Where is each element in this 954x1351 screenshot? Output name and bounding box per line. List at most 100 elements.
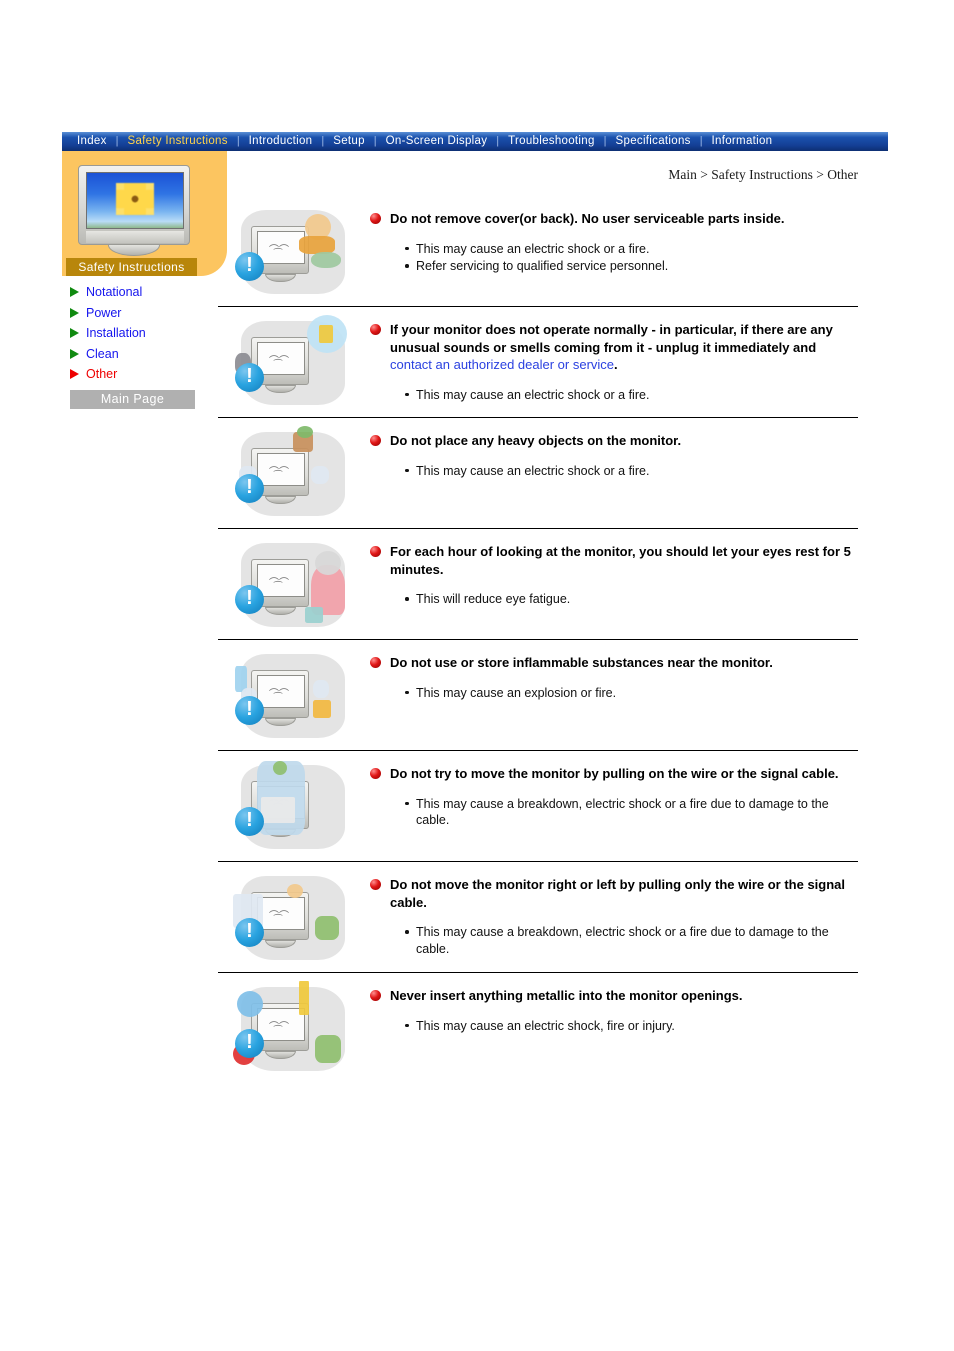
section-note-item: This may cause an electric shock or a fi…: [405, 241, 858, 258]
illustration-element-2: [261, 797, 295, 823]
section-note-item: This may cause an explosion or fire.: [405, 685, 858, 702]
sidebar-item-notational[interactable]: Notational: [70, 282, 230, 303]
top-navigation-bar: Index | Safety Instructions | Introduction | S…: [62, 132, 888, 151]
sidebar-link-list: Notational Power Installation Clean Other: [70, 282, 230, 385]
section-note-item: This may cause a breakdown, electric sho…: [405, 924, 858, 957]
illustration-monitor-screen: ⌒⌒⁀: [257, 231, 305, 264]
nav-item-specifications[interactable]: Specifications: [607, 132, 700, 151]
section-heading: Never insert anything metallic into the …: [390, 987, 743, 1005]
red-sphere-bullet-icon: [370, 879, 381, 890]
nav-item-troubleshooting[interactable]: Troubleshooting: [499, 132, 604, 151]
section-body: Do not try to move the monitor by pullin…: [366, 751, 858, 830]
section-note-item: This will reduce eye fatigue.: [405, 591, 858, 608]
sidebar-item-label: Other: [86, 367, 118, 382]
illustration-element-1: [313, 700, 331, 718]
nav-item-introduction[interactable]: Introduction: [240, 132, 322, 151]
warning-exclamation-icon: !: [235, 918, 264, 947]
section-illustration: ⌒⌒⁀!: [218, 751, 366, 855]
illustration-element-1: [315, 916, 339, 940]
section-heading-text: Do not move the monitor right or left by…: [390, 877, 846, 910]
section-heading-row: Do not remove cover(or back). No user se…: [370, 210, 858, 228]
section-note-list: This may cause a breakdown, electric sho…: [370, 924, 858, 957]
section-heading-row: Do not use or store inflammable substanc…: [370, 654, 858, 672]
section-note-list: This may cause an electric shock or a fi…: [370, 463, 858, 480]
sidebar-monitor-thumbnail: [78, 165, 190, 257]
eye-rest-break-illustration: ⌒⌒ ⁀!: [227, 533, 357, 633]
warning-exclamation-icon: !: [235, 474, 264, 503]
section-body: If your monitor does not operate normall…: [366, 307, 858, 404]
section-illustration: ⌒⌒⁀!: [218, 862, 366, 966]
nav-item-setup[interactable]: Setup: [324, 132, 374, 151]
red-sphere-bullet-icon: [370, 546, 381, 557]
sidebar-item-other[interactable]: Other: [70, 364, 230, 385]
safety-section: ⌒⌒ ⁀! Do not move the monitor right or lef…: [218, 862, 858, 972]
illustration-monitor-screen: ⌒⌒⁀: [257, 453, 305, 486]
section-body: For each hour of looking at the monitor,…: [366, 529, 858, 609]
inflammable-substances-warning-illustration: ⌒⌒ ⁀!: [227, 644, 357, 744]
section-note-item: This may cause an electric shock or a fi…: [405, 387, 858, 404]
section-body: Do not place any heavy objects on the mo…: [366, 418, 858, 480]
safety-section: ⌒⌒ ⁀! Do not place any heavy objects on th…: [218, 418, 858, 528]
illustration-element-2: [311, 252, 341, 268]
no-metallic-objects-in-openings-illustration: ⌒⌒ ⁀!: [227, 977, 357, 1077]
section-illustration: ⌒⌒⁀!: [218, 973, 366, 1077]
section-heading-row: For each hour of looking at the monitor,…: [370, 543, 858, 578]
cartoon-mouth-icon: ⁀: [274, 582, 283, 593]
red-sphere-bullet-icon: [370, 213, 381, 224]
section-body: Do not remove cover(or back). No user se…: [366, 196, 858, 276]
illustration-element-1: [319, 325, 333, 343]
section-note-list: This may cause an electric shock, fire o…: [370, 1018, 858, 1035]
sidebar-item-installation[interactable]: Installation: [70, 323, 230, 344]
section-body: Do not use or store inflammable substanc…: [366, 640, 858, 702]
nav-item-information[interactable]: Information: [703, 132, 782, 151]
sidebar-item-clean[interactable]: Clean: [70, 344, 230, 365]
red-sphere-bullet-icon: [370, 435, 381, 446]
triangle-arrow-icon: [70, 369, 79, 380]
do-not-pull-wire-illustration: ⌒⌒⁀!: [227, 755, 357, 855]
section-heading-row: Do not try to move the monitor by pullin…: [370, 765, 858, 783]
illustration-element-3: [311, 466, 329, 484]
nav-item-index[interactable]: Index: [68, 132, 116, 151]
sidebar-item-power[interactable]: Power: [70, 303, 230, 324]
triangle-arrow-icon: [70, 287, 79, 298]
red-sphere-bullet-icon: [370, 990, 381, 1001]
section-note-item: Refer servicing to qualified service per…: [405, 258, 858, 275]
monitor-screen: [86, 172, 184, 229]
red-sphere-bullet-icon: [370, 657, 381, 668]
section-illustration: ⌒⌒⁀!: [218, 640, 366, 744]
safety-section: ⌒⌒ ⁀! Do not use or store inflammable subs…: [218, 640, 858, 750]
illustration-element-1: [315, 551, 341, 575]
section-heading-text: Do not try to move the monitor by pullin…: [390, 766, 839, 781]
contact-dealer-link[interactable]: contact an authorized dealer or service: [390, 357, 614, 372]
section-note-list: This may cause an electric shock or a fi…: [370, 387, 858, 404]
illustration-element-0: [237, 991, 263, 1017]
main-page-button[interactable]: Main Page: [70, 390, 195, 409]
section-note-list: This may cause a breakdown, electric sho…: [370, 796, 858, 829]
section-note-item: This may cause a breakdown, electric sho…: [405, 796, 858, 829]
safety-section: ⌒⌒ ⁀! Do not remove cover(or back). No use…: [218, 196, 858, 306]
safety-instructions-content: ⌒⌒ ⁀! Do not remove cover(or back). No use…: [218, 196, 858, 1083]
triangle-arrow-icon: [70, 348, 79, 359]
illustration-element-1: [297, 426, 313, 438]
section-note-list: This will reduce eye fatigue.: [370, 591, 858, 608]
illustration-element-1: [299, 981, 309, 1015]
section-body: Never insert anything metallic into the …: [366, 973, 858, 1035]
monitor-chin: [86, 231, 184, 243]
monitor-cover-removal-warning-illustration: ⌒⌒ ⁀!: [227, 200, 357, 300]
section-heading-text: Do not remove cover(or back). No user se…: [390, 211, 785, 226]
nav-item-safety-instructions[interactable]: Safety Instructions: [119, 132, 237, 151]
section-heading: Do not place any heavy objects on the mo…: [390, 432, 681, 450]
section-heading-row: If your monitor does not operate normall…: [370, 321, 858, 374]
section-note-item: This may cause an electric shock or a fi…: [405, 463, 858, 480]
breadcrumb: Main > Safety Instructions > Other: [668, 167, 858, 182]
warning-exclamation-icon: !: [235, 363, 264, 392]
section-note-list: This may cause an explosion or fire.: [370, 685, 858, 702]
section-heading-text: Never insert anything metallic into the …: [390, 988, 743, 1003]
illustration-element-2: [287, 884, 303, 898]
monitor-heavy-objects-warning-illustration: ⌒⌒ ⁀!: [227, 422, 357, 522]
section-heading: Do not try to move the monitor by pullin…: [390, 765, 839, 783]
illustration-monitor-screen: ⌒⌒⁀: [257, 675, 305, 708]
section-heading-text: Do not place any heavy objects on the mo…: [390, 433, 682, 448]
nav-item-on-screen-display[interactable]: On-Screen Display: [377, 132, 497, 151]
warning-exclamation-icon: !: [235, 1029, 264, 1058]
